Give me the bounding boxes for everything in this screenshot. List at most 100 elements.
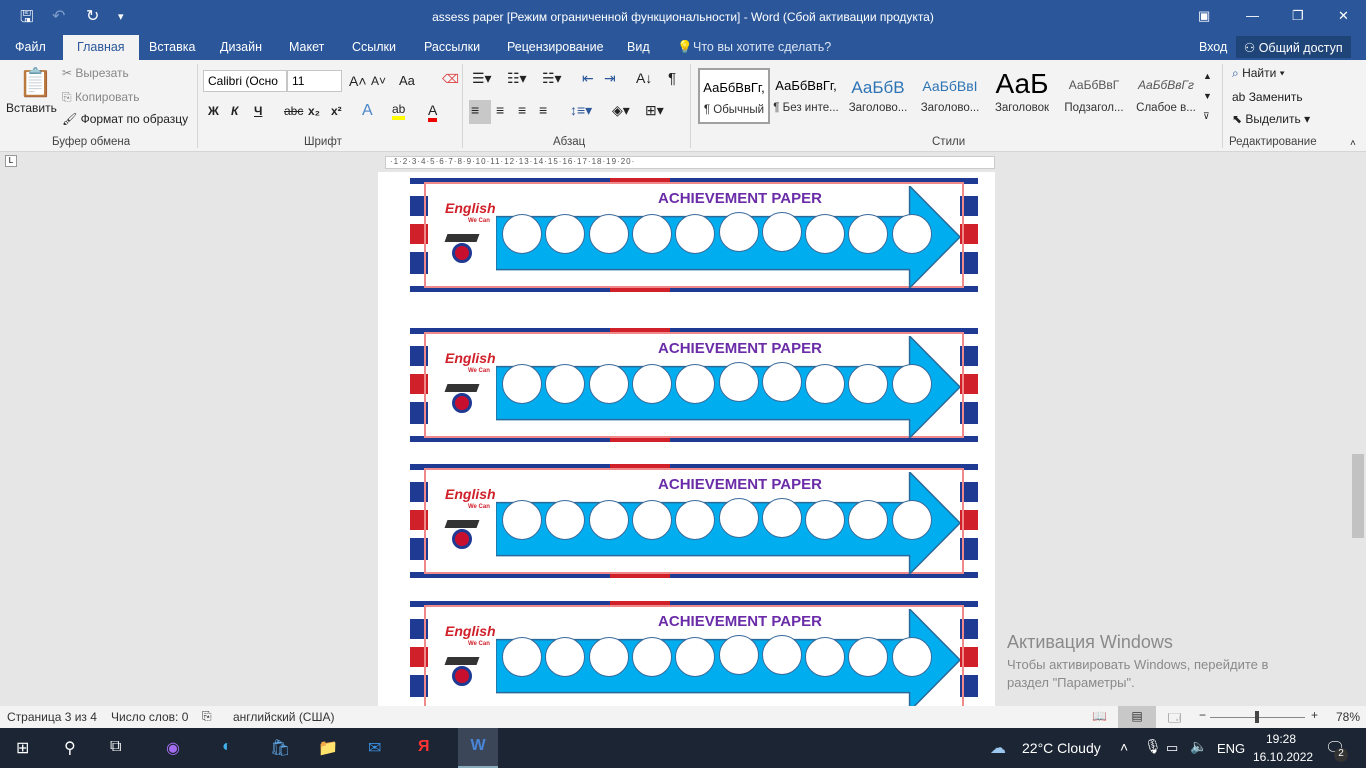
tab-references[interactable]: Ссылки <box>352 40 396 54</box>
font-name-select[interactable]: Calibri (Осно <box>203 70 287 92</box>
style-item[interactable]: АаБбВвГг Слабое в... <box>1130 68 1202 124</box>
font-size-select[interactable]: 11 <box>287 70 342 92</box>
achievement-circle[interactable] <box>588 364 629 404</box>
style-item[interactable]: АаБбВ Заголово... <box>842 68 914 124</box>
paste-button[interactable]: Вставить <box>6 101 57 115</box>
tab-mailings[interactable]: Рассылки <box>424 40 480 54</box>
tab-design[interactable]: Дизайн <box>220 40 262 54</box>
proofing-icon[interactable]: ⎘ <box>202 709 212 724</box>
horizontal-ruler[interactable]: ·1·2·3·4·5·6·7·8·9·10·11·12·13·14·15·16·… <box>385 156 995 169</box>
achievement-circle[interactable] <box>675 500 716 540</box>
battery-icon[interactable]: ▭ <box>1166 740 1178 756</box>
achievement-circle[interactable] <box>588 500 629 540</box>
show-marks-icon[interactable]: ¶ <box>668 70 676 87</box>
style-item[interactable]: АаБбВвГ Подзагол... <box>1058 68 1130 124</box>
italic-button[interactable]: К <box>231 104 238 118</box>
achievement-circle[interactable] <box>718 212 759 252</box>
achievement-circle[interactable] <box>805 214 846 254</box>
style-item[interactable]: АаБ Заголовок <box>986 68 1058 124</box>
start-icon[interactable]: ⊞ <box>16 738 29 758</box>
text-effects-icon[interactable]: A <box>362 102 373 120</box>
sort-icon[interactable]: A↓ <box>636 70 652 86</box>
zoom-slider-thumb[interactable] <box>1254 711 1259 723</box>
input-language[interactable]: ENG <box>1217 741 1245 756</box>
zoom-out-button[interactable]: − <box>1199 708 1206 722</box>
achievement-circle[interactable] <box>631 500 672 540</box>
mail-icon[interactable]: ✉ <box>368 738 381 758</box>
change-case-button[interactable]: Aa <box>399 73 415 88</box>
yandex-icon[interactable]: Я <box>418 738 430 756</box>
achievement-circle[interactable] <box>502 214 542 254</box>
underline-button[interactable]: Ч <box>254 104 262 118</box>
achievement-circle[interactable] <box>761 498 802 538</box>
style-item[interactable]: АаБбВвІ Заголово... <box>914 68 986 124</box>
tab-home[interactable]: Главная <box>63 35 139 60</box>
microphone-icon[interactable]: 🎙 <box>1144 738 1162 755</box>
tab-selector[interactable]: L <box>5 155 17 167</box>
signin-link[interactable]: Вход <box>1199 40 1227 54</box>
line-spacing-icon[interactable]: ↕≡▾ <box>570 102 592 119</box>
achievement-circle[interactable] <box>718 635 759 675</box>
collapse-ribbon-icon[interactable]: ˄ <box>1350 138 1356 149</box>
web-layout-icon[interactable]: 🗔 <box>1168 709 1181 730</box>
achievement-circle[interactable] <box>502 637 542 677</box>
zoom-in-button[interactable]: + <box>1311 708 1318 722</box>
bold-button[interactable]: Ж <box>208 104 219 118</box>
tab-file[interactable]: Файл <box>15 40 46 54</box>
align-center-icon[interactable]: ≡ <box>496 102 504 118</box>
superscript-button[interactable]: x² <box>331 104 342 118</box>
find-button[interactable]: ⌕ Найти ▾ <box>1232 66 1285 81</box>
maximize-button[interactable]: ❐ <box>1292 8 1304 24</box>
zoom-level[interactable]: 78% <box>1336 710 1360 724</box>
achievement-circle[interactable] <box>588 214 629 254</box>
task-view-icon[interactable]: ⧉ <box>110 738 121 756</box>
style-item[interactable]: АаБбВвГг, ¶ Обычный <box>698 68 770 124</box>
vertical-scrollbar[interactable] <box>1350 152 1366 706</box>
achievement-circle[interactable] <box>631 637 672 677</box>
decrease-indent-icon[interactable]: ⇤ <box>582 70 594 87</box>
achievement-circle[interactable] <box>502 364 542 404</box>
tray-chevron-icon[interactable]: ˄ <box>1120 739 1128 755</box>
achievement-circle[interactable] <box>761 212 802 252</box>
weather-icon[interactable]: ☁ <box>990 738 1006 758</box>
align-right-icon[interactable]: ≡ <box>518 102 526 118</box>
edge-icon[interactable]: ◐ <box>222 738 232 756</box>
share-button[interactable]: ⚇ Общий доступ <box>1236 36 1351 58</box>
achievement-circle[interactable] <box>631 214 672 254</box>
achievement-circle[interactable] <box>891 214 932 254</box>
word-count[interactable]: Число слов: 0 <box>111 710 188 724</box>
achievement-circle[interactable] <box>891 364 932 404</box>
minimize-button[interactable]: — <box>1246 8 1259 23</box>
achievement-circle[interactable] <box>718 498 759 538</box>
search-icon[interactable]: ⚲ <box>64 738 76 758</box>
clock-time[interactable]: 19:28 <box>1266 732 1296 746</box>
cut-button[interactable]: ✂ Вырезать <box>62 66 129 80</box>
align-left-icon[interactable]: ≡ <box>469 100 491 124</box>
alice-icon[interactable]: ◉ <box>166 738 180 758</box>
achievement-circle[interactable] <box>761 635 802 675</box>
strikethrough-button[interactable]: abc <box>284 104 303 118</box>
achievement-circle[interactable] <box>891 500 932 540</box>
clear-format-icon[interactable]: ⌫ <box>442 72 459 86</box>
bullets-icon[interactable]: ☰▾ <box>472 70 492 87</box>
tab-layout[interactable]: Макет <box>289 40 324 54</box>
multilevel-list-icon[interactable]: ☵▾ <box>542 70 562 87</box>
achievement-circle[interactable] <box>805 500 846 540</box>
paste-icon[interactable]: 📋 <box>18 66 53 99</box>
achievement-circle[interactable] <box>631 364 672 404</box>
close-button[interactable]: ✕ <box>1338 8 1349 24</box>
achievement-circle[interactable] <box>588 637 629 677</box>
increase-indent-icon[interactable]: ⇥ <box>604 70 616 87</box>
achievement-circle[interactable] <box>891 637 932 677</box>
document-page[interactable]: ACHIEVEMENT PAPER English We Can ACHIEVEMEN… <box>378 172 995 715</box>
shading-icon[interactable]: ◈▾ <box>612 102 630 119</box>
styles-scroll[interactable]: ▲ ▼ ⊽ <box>1203 66 1212 126</box>
ribbon-options-icon[interactable]: ▣ <box>1198 8 1210 24</box>
numbering-icon[interactable]: ☷▾ <box>507 70 527 87</box>
grow-font-icon[interactable]: A˄ <box>349 73 367 89</box>
achievement-circle[interactable] <box>675 364 716 404</box>
subscript-button[interactable]: x₂ <box>308 104 320 118</box>
language-indicator[interactable]: английский (США) <box>233 710 334 724</box>
explorer-icon[interactable]: 📁 <box>318 738 338 758</box>
achievement-circle[interactable] <box>675 214 716 254</box>
